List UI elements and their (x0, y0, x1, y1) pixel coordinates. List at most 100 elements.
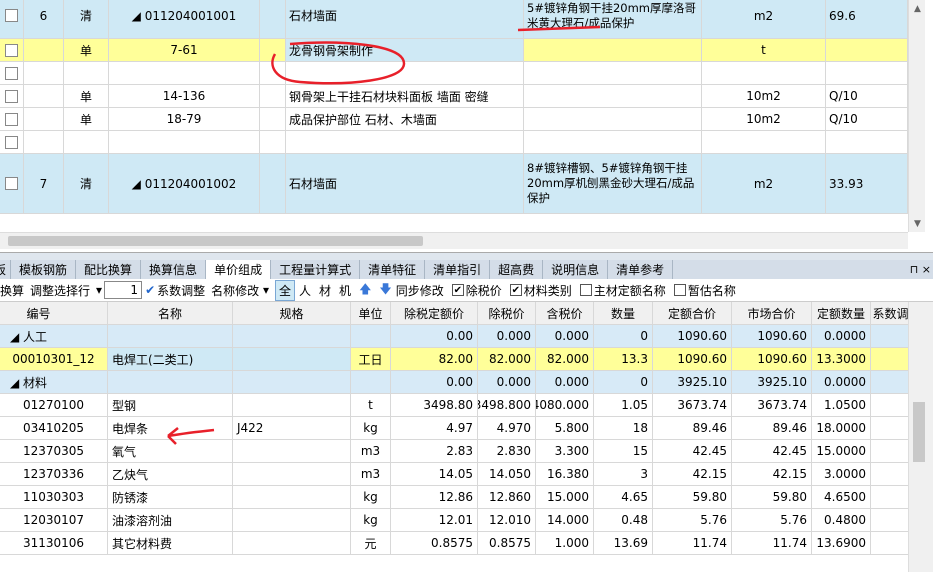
scroll-thumb[interactable] (8, 236, 423, 246)
cell-p2[interactable]: 12.010 (478, 509, 536, 532)
cell-s2[interactable]: 11.74 (732, 532, 812, 555)
cell-spec[interactable] (233, 325, 351, 348)
cell-code[interactable]: ◢ 材料 (0, 371, 108, 394)
cell-blank[interactable] (871, 325, 908, 348)
cell-qty[interactable]: 13.69 (594, 532, 653, 555)
checkbox-cell[interactable] (0, 154, 24, 214)
cell-blank[interactable] (871, 394, 908, 417)
cell-s1[interactable]: 59.80 (653, 486, 732, 509)
cell-qty[interactable]: 18 (594, 417, 653, 440)
cell-qty[interactable]: 13.3 (594, 348, 653, 371)
cell-unit[interactable]: 工日 (351, 348, 391, 371)
cell-p2[interactable]: 0.000 (478, 325, 536, 348)
cell-code[interactable]: 31130106 (0, 532, 108, 555)
cell-qty[interactable]: 69.6 (826, 0, 908, 39)
cell-p1[interactable]: 2.83 (391, 440, 478, 463)
resource-row[interactable]: 31130106 其它材料费元 0.8575 0.8575 1.000 13.69 11.7… (0, 532, 908, 555)
resource-row[interactable]: 00010301_12 电焊工(二类工) 工日 82.00 82.000 82.000 13… (0, 348, 908, 371)
cell-name[interactable]: 龙骨钢骨架制作 (286, 39, 524, 62)
cell-qty[interactable]: 1.05 (594, 394, 653, 417)
scroll-down-icon[interactable]: ▼ (909, 215, 926, 232)
cell-s2[interactable]: 89.46 (732, 417, 812, 440)
column-header[interactable]: 含税价 (536, 302, 594, 325)
cell-s1[interactable]: 1090.60 (653, 325, 732, 348)
cell-unit[interactable]: kg (351, 417, 391, 440)
filter-all[interactable]: 全 (275, 279, 296, 301)
cell-blank[interactable] (260, 85, 286, 108)
tab-item[interactable]: 换算信息 (141, 260, 207, 279)
cell-spec[interactable]: 8#镀锌槽钢、5#镀锌角钢干挂20mm厚机刨黑金砂大理石/成品保护 (524, 154, 702, 214)
cell-unit[interactable]: t (702, 39, 826, 62)
tab-item[interactable]: 工程量计算式 (271, 260, 361, 279)
cell-no[interactable] (24, 85, 64, 108)
cell-code[interactable]: 12030107 (0, 509, 108, 532)
cell-dq[interactable]: 13.6900 (812, 532, 871, 555)
cell-name[interactable]: 型钢 (108, 394, 233, 417)
cell-dq[interactable]: 3.0000 (812, 463, 871, 486)
resource-row[interactable]: 11030303 防锈漆 kg 12.86 12.860 15.000 4.65 59.80 5… (0, 486, 908, 509)
cell-dq[interactable]: 18.0000 (812, 417, 871, 440)
cell-name[interactable]: 石材墙面 (286, 154, 524, 214)
cell-p3[interactable]: 0.000 (536, 371, 594, 394)
bill-row[interactable]: 7 清 ◢ 011204001002 石材墙面 8#镀锌槽钢、5#镀锌角钢干挂20mm厚… (0, 154, 908, 214)
cell-name[interactable]: 成品保护部位 石材、木墙面 (286, 108, 524, 131)
row-checkbox[interactable] (5, 89, 18, 103)
cell-name[interactable]: 其它材料费 (108, 532, 233, 555)
cell-code[interactable]: 12370336 (0, 463, 108, 486)
cell-spec[interactable] (524, 108, 702, 131)
cell-name[interactable]: 石材墙面 (286, 0, 524, 39)
cell-name[interactable]: 防锈漆 (108, 486, 233, 509)
cell-code[interactable]: 14-136 (109, 85, 260, 108)
cell-unit[interactable]: m3 (351, 463, 391, 486)
cell-blank[interactable] (871, 417, 908, 440)
row-checkbox[interactable] (5, 66, 18, 80)
cell-unit[interactable]: m3 (351, 440, 391, 463)
cell-spec[interactable] (524, 39, 702, 62)
cell-p2[interactable]: 82.000 (478, 348, 536, 371)
cell-code[interactable]: ◢ 011204001001 (109, 0, 260, 39)
cell-qty[interactable]: 15 (594, 440, 653, 463)
cell-unit[interactable]: t (351, 394, 391, 417)
cell-spec[interactable] (233, 348, 351, 371)
bill-row[interactable]: 单 18-79 成品保护部位 石材、木墙面 10m2 Q/10 (0, 108, 908, 131)
row-checkbox[interactable] (5, 135, 18, 149)
row-checkbox[interactable] (5, 43, 18, 57)
panel-controls[interactable]: ⊓ × (910, 260, 931, 279)
bill-row[interactable]: 单 14-136 钢骨架上干挂石材块料面板 墙面 密缝 10m2 Q/10 (0, 85, 908, 108)
cell-s1[interactable]: 42.45 (653, 440, 732, 463)
scroll-up-icon[interactable]: ▲ (909, 0, 926, 17)
cell-code[interactable]: 7-61 (109, 39, 260, 62)
cell-s1[interactable]: 3925.10 (653, 371, 732, 394)
upper-vertical-scrollbar[interactable]: ▲ ▼ (908, 0, 925, 232)
cell-dq[interactable]: 1.0500 (812, 394, 871, 417)
cell-dq[interactable]: 0.0000 (812, 325, 871, 348)
cell-p3[interactable]: 0.000 (536, 325, 594, 348)
cell-blank[interactable] (260, 39, 286, 62)
cell-s2[interactable]: 3673.74 (732, 394, 812, 417)
cell-p2[interactable]: 0.8575 (478, 532, 536, 555)
cell-s2[interactable]: 59.80 (732, 486, 812, 509)
tab-item[interactable]: 清单指引 (425, 260, 491, 279)
cell-spec[interactable] (233, 440, 351, 463)
cell-name[interactable]: 油漆溶剂油 (108, 509, 233, 532)
lower-vertical-scrollbar[interactable] (908, 302, 933, 572)
cell-no[interactable] (24, 108, 64, 131)
cell-p3[interactable]: 14.000 (536, 509, 594, 532)
cell-p3[interactable]: 16.380 (536, 463, 594, 486)
cell-code[interactable]: 18-79 (109, 108, 260, 131)
column-header[interactable]: 数量 (594, 302, 653, 325)
cell-qty[interactable]: 3 (594, 463, 653, 486)
cell-spec[interactable] (524, 85, 702, 108)
cell-s1[interactable]: 1090.60 (653, 348, 732, 371)
cell-unit[interactable] (351, 325, 391, 348)
cell-p2[interactable]: 14.050 (478, 463, 536, 486)
filter-machine[interactable]: 机 (335, 280, 355, 301)
resource-row[interactable]: 03410205 电焊条 J422 kg 4.97 4.970 5.800 18 89.46 89… (0, 417, 908, 440)
cell-blank[interactable] (260, 154, 286, 214)
tab-item[interactable]: 说明信息 (543, 260, 609, 279)
cell-blank[interactable] (871, 348, 908, 371)
cell-p1[interactable]: 3498.80 (391, 394, 478, 417)
cell-no[interactable] (24, 62, 64, 85)
cell-dq[interactable]: 15.0000 (812, 440, 871, 463)
cell-code[interactable]: 12370305 (0, 440, 108, 463)
